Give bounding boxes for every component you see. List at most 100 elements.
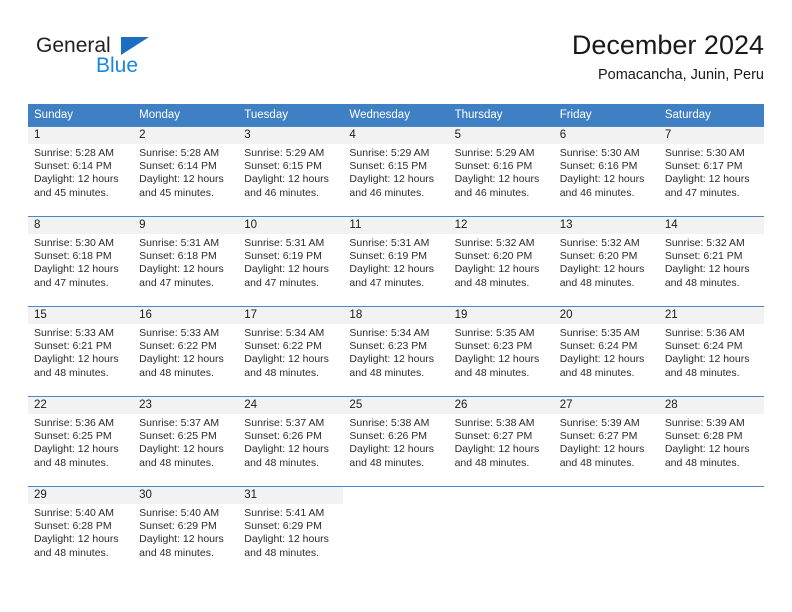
calendar-day-cell[interactable]: 7 Sunrise: 5:30 AM Sunset: 6:17 PM Daylight… <box>658 126 764 217</box>
day-sun-info: Sunrise: 5:34 AM Sunset: 6:23 PM Daylight:… <box>343 324 448 380</box>
sunset-text: Sunset: 6:16 PM <box>559 160 638 173</box>
day-sun-info: Sunrise: 5:39 AM Sunset: 6:27 PM Daylight:… <box>554 414 659 470</box>
sunset-text: Sunset: 6:22 PM <box>139 340 217 353</box>
sunset-text: Sunset: 6:16 PM <box>454 160 533 173</box>
calendar-day-cell[interactable]: 19 Sunrise: 5:35 AM Sunset: 6:23 PM Dayligh… <box>448 306 554 397</box>
daylight-text-line1: Daylight: 12 hours <box>559 173 645 186</box>
day-sun-info: Sunrise: 5:28 AM Sunset: 6:14 PM Daylight:… <box>133 144 238 200</box>
daylight-text-line1: Daylight: 12 hours <box>454 263 540 276</box>
calendar-day-cell[interactable]: 23 Sunrise: 5:37 AM Sunset: 6:25 PM Dayligh… <box>133 396 239 487</box>
calendar-day-cell[interactable]: 18 Sunrise: 5:34 AM Sunset: 6:23 PM Dayligh… <box>343 306 449 397</box>
calendar-day-cell[interactable]: 10 Sunrise: 5:31 AM Sunset: 6:19 PM Dayligh… <box>238 216 344 307</box>
calendar-day-cell[interactable]: 28 Sunrise: 5:39 AM Sunset: 6:28 PM Dayligh… <box>658 396 764 487</box>
day-number: 23 <box>133 397 239 414</box>
day-cell-content: 21 Sunrise: 5:36 AM Sunset: 6:24 PM Dayligh… <box>658 307 764 396</box>
logo-text-blue: Blue <box>96 54 139 77</box>
day-number: 13 <box>553 217 659 234</box>
day-sun-info: Sunrise: 5:41 AM Sunset: 6:29 PM Daylight:… <box>238 504 343 560</box>
daylight-text-line1: Daylight: 12 hours <box>34 533 119 546</box>
sunrise-text: Sunrise: 5:38 AM <box>454 417 535 429</box>
day-sun-info: Sunrise: 5:37 AM Sunset: 6:26 PM Daylight:… <box>238 414 343 470</box>
weekday-header-wednesday: Wednesday <box>343 104 449 127</box>
day-number: 21 <box>658 307 764 324</box>
calendar-day-cell[interactable]: 26 Sunrise: 5:38 AM Sunset: 6:27 PM Dayligh… <box>448 396 554 487</box>
day-cell-content: 27 Sunrise: 5:39 AM Sunset: 6:27 PM Dayligh… <box>553 397 659 486</box>
daylight-text-line2: and 46 minutes. <box>454 186 530 199</box>
daylight-text-line2: and 48 minutes. <box>349 456 425 469</box>
sunset-text: Sunset: 6:18 PM <box>139 250 217 263</box>
calendar-day-cell[interactable]: 5 Sunrise: 5:29 AM Sunset: 6:16 PM Daylight… <box>448 126 554 217</box>
calendar-day-cell[interactable]: 1 Sunrise: 5:28 AM Sunset: 6:14 PM Daylight… <box>28 126 134 217</box>
calendar-day-cell[interactable]: 22 Sunrise: 5:36 AM Sunset: 6:25 PM Dayligh… <box>28 396 134 487</box>
daylight-text-line1: Daylight: 12 hours <box>139 263 224 276</box>
daylight-text-line2: and 48 minutes. <box>34 456 109 469</box>
day-number: 4 <box>343 127 449 144</box>
day-number: 6 <box>553 127 659 144</box>
calendar-day-cell[interactable]: 14 Sunrise: 5:32 AM Sunset: 6:21 PM Dayligh… <box>658 216 764 307</box>
day-cell-content: 13 Sunrise: 5:32 AM Sunset: 6:20 PM Dayligh… <box>553 217 659 306</box>
calendar-day-cell[interactable]: 15 Sunrise: 5:33 AM Sunset: 6:21 PM Dayligh… <box>28 306 134 397</box>
sunrise-text: Sunrise: 5:38 AM <box>349 417 430 429</box>
calendar-day-cell[interactable]: 12 Sunrise: 5:32 AM Sunset: 6:20 PM Dayligh… <box>448 216 554 307</box>
daylight-text-line2: and 47 minutes. <box>34 276 109 289</box>
calendar-day-cell[interactable]: 2 Sunrise: 5:28 AM Sunset: 6:14 PM Daylight… <box>133 126 239 217</box>
daylight-text-line2: and 48 minutes. <box>34 366 109 379</box>
calendar-day-cell[interactable]: 16 Sunrise: 5:33 AM Sunset: 6:22 PM Dayligh… <box>133 306 239 397</box>
daylight-text-line2: and 48 minutes. <box>454 456 530 469</box>
calendar-day-cell[interactable]: 29 Sunrise: 5:40 AM Sunset: 6:28 PM Dayligh… <box>28 486 134 576</box>
calendar-day-cell[interactable]: 24 Sunrise: 5:37 AM Sunset: 6:26 PM Dayligh… <box>238 396 344 487</box>
sunset-text: Sunset: 6:20 PM <box>559 250 638 263</box>
day-sun-info: Sunrise: 5:39 AM Sunset: 6:28 PM Daylight:… <box>659 414 764 470</box>
day-sun-info: Sunrise: 5:30 AM Sunset: 6:16 PM Daylight:… <box>554 144 659 200</box>
calendar-day-cell[interactable]: 20 Sunrise: 5:35 AM Sunset: 6:24 PM Dayligh… <box>553 306 659 397</box>
calendar-day-cell[interactable]: 3 Sunrise: 5:29 AM Sunset: 6:15 PM Daylight… <box>238 126 344 217</box>
day-number: 22 <box>28 397 134 414</box>
day-sun-info: Sunrise: 5:32 AM Sunset: 6:20 PM Daylight:… <box>449 234 554 290</box>
sunrise-text: Sunrise: 5:31 AM <box>139 237 220 249</box>
calendar-day-cell[interactable]: 13 Sunrise: 5:32 AM Sunset: 6:20 PM Dayligh… <box>553 216 659 307</box>
daylight-text-line1: Daylight: 12 hours <box>139 443 224 456</box>
day-cell-content: 30 Sunrise: 5:40 AM Sunset: 6:29 PM Dayligh… <box>133 487 239 576</box>
calendar-day-cell[interactable]: 11 Sunrise: 5:31 AM Sunset: 6:19 PM Dayligh… <box>343 216 449 307</box>
sunrise-text: Sunrise: 5:41 AM <box>244 507 325 519</box>
generalblue-logo[interactable]: General Blue <box>36 34 216 90</box>
sunrise-text: Sunrise: 5:40 AM <box>139 507 220 519</box>
weekday-header-sunday: Sunday <box>28 104 134 127</box>
calendar-day-cell[interactable]: 31 Sunrise: 5:41 AM Sunset: 6:29 PM Dayligh… <box>238 486 344 576</box>
calendar-day-cell[interactable]: 6 Sunrise: 5:30 AM Sunset: 6:16 PM Daylight… <box>553 126 659 217</box>
day-cell-content: 15 Sunrise: 5:33 AM Sunset: 6:21 PM Dayligh… <box>28 307 134 396</box>
daylight-text-line2: and 47 minutes. <box>244 276 319 289</box>
calendar-day-cell[interactable]: 25 Sunrise: 5:38 AM Sunset: 6:26 PM Dayligh… <box>343 396 449 487</box>
day-cell-content: 23 Sunrise: 5:37 AM Sunset: 6:25 PM Dayligh… <box>133 397 239 486</box>
calendar-day-cell[interactable]: 8 Sunrise: 5:30 AM Sunset: 6:18 PM Daylight… <box>28 216 134 307</box>
day-sun-info: Sunrise: 5:29 AM Sunset: 6:16 PM Daylight:… <box>449 144 554 200</box>
day-number: 24 <box>238 397 344 414</box>
sunset-text: Sunset: 6:14 PM <box>139 160 217 173</box>
calendar-day-cell[interactable]: 9 Sunrise: 5:31 AM Sunset: 6:18 PM Daylight… <box>133 216 239 307</box>
calendar-day-cell[interactable]: 4 Sunrise: 5:29 AM Sunset: 6:15 PM Daylight… <box>343 126 449 217</box>
calendar-day-cell[interactable]: 17 Sunrise: 5:34 AM Sunset: 6:22 PM Dayligh… <box>238 306 344 397</box>
day-sun-info: Sunrise: 5:32 AM Sunset: 6:20 PM Daylight:… <box>554 234 659 290</box>
day-sun-info: Sunrise: 5:38 AM Sunset: 6:27 PM Daylight:… <box>449 414 554 470</box>
day-cell-content: 6 Sunrise: 5:30 AM Sunset: 6:16 PM Daylight… <box>553 127 659 216</box>
calendar-day-cell[interactable]: 30 Sunrise: 5:40 AM Sunset: 6:29 PM Dayligh… <box>133 486 239 576</box>
daylight-text-line2: and 46 minutes. <box>244 186 319 199</box>
calendar-week-row: 15 Sunrise: 5:33 AM Sunset: 6:21 PM Dayligh… <box>28 306 764 397</box>
sunrise-text: Sunrise: 5:32 AM <box>664 237 745 249</box>
day-sun-info: Sunrise: 5:35 AM Sunset: 6:24 PM Daylight:… <box>554 324 659 380</box>
calendar-day-cell[interactable]: 21 Sunrise: 5:36 AM Sunset: 6:24 PM Dayligh… <box>658 306 764 397</box>
daylight-text-line1: Daylight: 12 hours <box>244 443 329 456</box>
calendar-day-cell[interactable]: 27 Sunrise: 5:39 AM Sunset: 6:27 PM Dayligh… <box>553 396 659 487</box>
weekday-header-tuesday: Tuesday <box>238 104 344 127</box>
sunrise-text: Sunrise: 5:33 AM <box>34 327 114 339</box>
daylight-text-line2: and 48 minutes. <box>454 366 530 379</box>
sunset-text: Sunset: 6:24 PM <box>664 340 743 353</box>
day-sun-info: Sunrise: 5:40 AM Sunset: 6:29 PM Daylight:… <box>133 504 238 560</box>
day-cell-content: 2 Sunrise: 5:28 AM Sunset: 6:14 PM Daylight… <box>133 127 239 216</box>
sunset-text: Sunset: 6:24 PM <box>559 340 638 353</box>
daylight-text-line1: Daylight: 12 hours <box>244 263 329 276</box>
day-sun-info: Sunrise: 5:31 AM Sunset: 6:18 PM Daylight:… <box>133 234 238 290</box>
sunset-text: Sunset: 6:22 PM <box>244 340 322 353</box>
daylight-text-line2: and 48 minutes. <box>664 276 740 289</box>
day-cell-content: 24 Sunrise: 5:37 AM Sunset: 6:26 PM Dayligh… <box>238 397 344 486</box>
